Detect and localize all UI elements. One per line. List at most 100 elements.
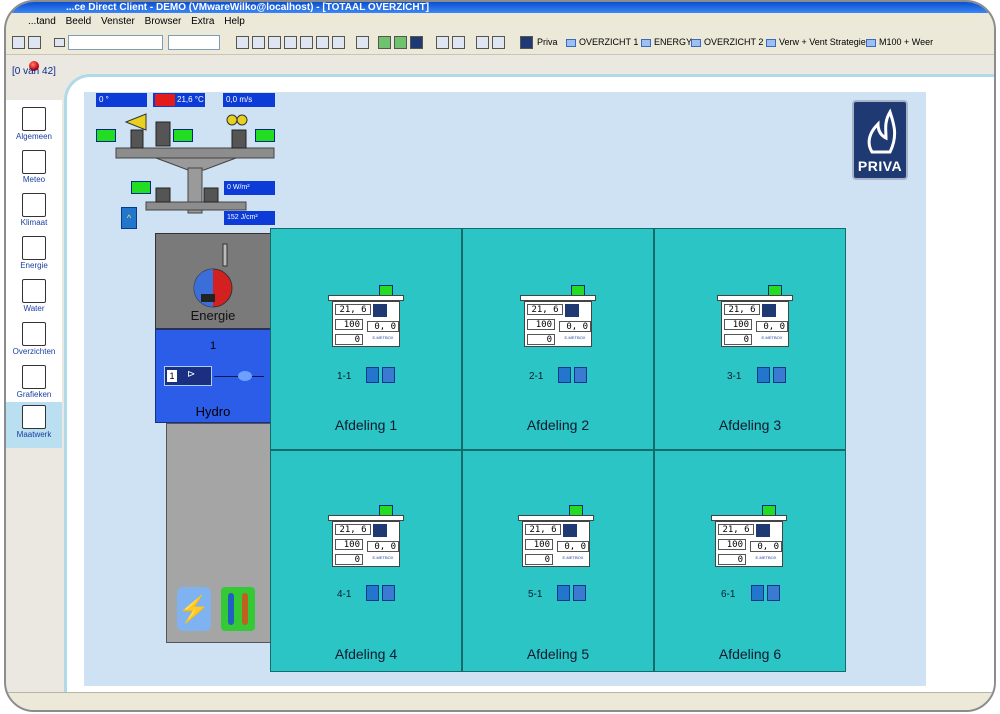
radiation-sum-sensor-icon — [203, 187, 219, 203]
department-cell-6[interactable]: 21, 6 100 0, 0 0 E-METBOX 6-1 Afdeling 6 — [654, 450, 846, 672]
sidebar-item-overzichten[interactable]: Overzichten — [6, 319, 62, 361]
department-sub-label: 6-1 — [721, 589, 736, 600]
climate-unit-icon[interactable]: 21, 6 100 0, 0 0 E-METBOX — [711, 505, 789, 567]
tb-link-priva[interactable]: Priva — [537, 36, 558, 49]
tb-help-icon[interactable] — [356, 36, 369, 49]
sidebar-item-label: Energie — [20, 261, 48, 270]
tb-list-icon[interactable] — [476, 36, 489, 49]
tb-secondary-input[interactable] — [168, 35, 220, 50]
climate-unit-icon[interactable]: 21, 6 100 0, 0 0 E-METBOX — [328, 285, 406, 347]
wind-speed-value: 0,0 m/s — [223, 93, 275, 107]
department-settings-button[interactable] — [366, 585, 379, 601]
department-list-button[interactable] — [574, 367, 587, 383]
unit-value-3: 0 — [724, 334, 752, 345]
mast-beam-bottom — [145, 201, 247, 211]
sidebar-item-algemeen[interactable]: Algemeen — [6, 104, 62, 146]
boiler-icon — [193, 243, 233, 308]
unit-temperature: 21, 6 — [527, 304, 563, 315]
hydro-panel[interactable]: 1 1 ⊳ Hydro — [155, 329, 271, 423]
radiation-value: 0 W/m² — [224, 181, 275, 195]
tb-graph-icon[interactable] — [378, 36, 391, 49]
rain-sensor-icon — [155, 121, 171, 147]
tb-link-verw-vent[interactable]: Verw + Vent Strategie — [766, 36, 866, 49]
department-list-button[interactable] — [382, 585, 395, 601]
mast-beam-top — [115, 147, 275, 159]
sidebar-item-water[interactable]: Water — [6, 276, 62, 318]
pump-unit[interactable]: 1 ⊳ — [164, 366, 212, 386]
department-cell-1[interactable]: 21, 6 100 0, 0 0 E-METBOX 1-1 Afdeling 1 — [270, 228, 462, 450]
unit-priva-icon — [373, 524, 387, 537]
department-cell-2[interactable]: 21, 6 100 0, 0 0 E-METBOX 2-1 Afdeling 2 — [462, 228, 654, 450]
department-cell-3[interactable]: 21, 6 100 0, 0 0 E-METBOX 3-1 Afdeling 3 — [654, 228, 846, 450]
department-cell-4[interactable]: 21, 6 100 0, 0 0 E-METBOX 4-1 Afdeling 4 — [270, 450, 462, 672]
unit-temperature: 21, 6 — [335, 304, 371, 315]
unit-priva-icon — [762, 304, 776, 317]
tb-monitor-icon[interactable] — [54, 38, 65, 47]
department-list-button[interactable] — [573, 585, 586, 601]
tb-house-icon[interactable] — [300, 36, 313, 49]
department-settings-button[interactable] — [751, 585, 764, 601]
tb-address-input[interactable] — [68, 35, 163, 50]
sidebar-item-grafieken[interactable]: Grafieken — [6, 362, 62, 404]
statusbar — [6, 692, 994, 710]
sidebar-item-meteo[interactable]: Meteo — [6, 147, 62, 189]
unit-value-3: 0 — [527, 334, 555, 345]
department-settings-button[interactable] — [558, 367, 571, 383]
department-cell-5[interactable]: 21, 6 100 0, 0 0 E-METBOX 5-1 Afdeling 5 — [462, 450, 654, 672]
sidebar-item-energie[interactable]: Energie — [6, 233, 62, 275]
tb-window-icon[interactable] — [492, 36, 505, 49]
menu-stand[interactable]: ...tand — [28, 16, 56, 27]
sidebar-item-klimaat[interactable]: Klimaat — [6, 190, 62, 232]
tb-cut-icon[interactable] — [268, 36, 281, 49]
installation-panel: ⚡ — [166, 423, 271, 643]
tb-folder-icon[interactable] — [316, 36, 329, 49]
overview-icon — [22, 322, 46, 346]
tb-link-energy[interactable]: ENERGY — [641, 36, 692, 49]
menu-beeld[interactable]: Beeld — [66, 16, 92, 27]
climate-unit-icon[interactable]: 21, 6 100 0, 0 0 E-METBOX — [520, 285, 598, 347]
tb-bar-chart-icon[interactable] — [394, 36, 407, 49]
department-sub-label: 5-1 — [528, 589, 543, 600]
department-settings-button[interactable] — [366, 367, 379, 383]
tools-icon[interactable] — [221, 587, 255, 631]
tb-forward-icon[interactable] — [452, 36, 465, 49]
tb-link-overzicht-2[interactable]: OVERZICHT 2 — [691, 36, 763, 49]
energie-panel[interactable]: Energie — [155, 233, 271, 329]
tb-page-icon — [691, 38, 701, 47]
radiation-sensor-icon — [155, 187, 171, 203]
menu-help[interactable]: Help — [224, 16, 245, 27]
tb-image-icon[interactable] — [28, 36, 41, 49]
climate-unit-icon[interactable]: 21, 6 100 0, 0 0 E-METBOX — [717, 285, 795, 347]
department-sub-label: 2-1 — [529, 371, 544, 382]
tb-link-overzicht-1[interactable]: OVERZICHT 1 — [566, 36, 638, 49]
department-settings-button[interactable] — [557, 585, 570, 601]
tb-link-m100-weer[interactable]: M100 + Weer — [866, 36, 933, 49]
tb-line-chart-icon[interactable] — [332, 36, 345, 49]
menu-venster[interactable]: Venster — [101, 16, 135, 27]
sidebar-item-maatwerk[interactable]: Maatwerk — [6, 402, 62, 448]
menu-browser[interactable]: Browser — [145, 16, 182, 27]
unit-value-2: 0, 0 — [559, 321, 591, 332]
tb-page-icon — [766, 38, 776, 47]
weather-settings-button[interactable]: ^ — [121, 207, 137, 229]
tb-link-energy-label: ENERGY — [654, 37, 693, 47]
tb-copy-icon[interactable] — [252, 36, 265, 49]
climate-unit-icon[interactable]: 21, 6 100 0, 0 0 E-METBOX — [518, 505, 596, 567]
menu-extra[interactable]: Extra — [191, 16, 214, 27]
tb-back-icon[interactable] — [436, 36, 449, 49]
department-list-button[interactable] — [382, 367, 395, 383]
department-settings-button[interactable] — [757, 367, 770, 383]
tb-network-icon[interactable] — [410, 36, 423, 49]
climate-unit-icon[interactable]: 21, 6 100 0, 0 0 E-METBOX — [328, 505, 406, 567]
tb-form-icon[interactable] — [284, 36, 297, 49]
tb-print-icon[interactable] — [236, 36, 249, 49]
unit-priva-icon — [373, 304, 387, 317]
secondary-bar — [6, 55, 994, 75]
department-list-button[interactable] — [767, 585, 780, 601]
department-list-button[interactable] — [773, 367, 786, 383]
department-title: Afdeling 4 — [334, 646, 398, 662]
tb-priva-icon[interactable] — [520, 36, 533, 49]
tb-grid-icon[interactable] — [12, 36, 25, 49]
tb-page-icon — [641, 38, 651, 47]
electricity-icon[interactable]: ⚡ — [177, 587, 211, 631]
